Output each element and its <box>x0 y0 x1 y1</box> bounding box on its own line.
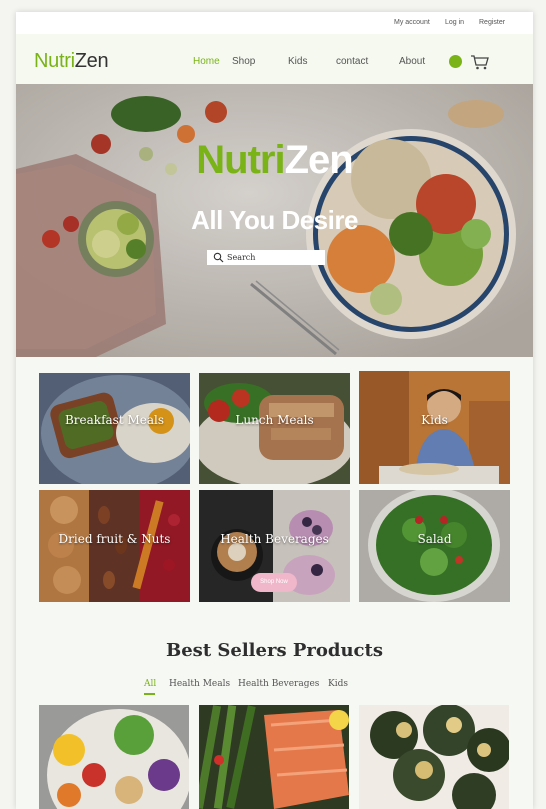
nav-about[interactable]: About <box>399 56 425 67</box>
filter-tab-kids[interactable]: Kids <box>328 679 348 689</box>
category-label: Lunch Meals <box>235 413 314 427</box>
main-navbar: NutriZen Home Shop Kids contact About <box>16 34 533 84</box>
hero-title-part1: Nutri <box>196 138 285 182</box>
category-tile-kids[interactable]: Kids <box>359 371 510 484</box>
lunch-image <box>199 373 350 484</box>
category-label: Breakfast Meals <box>64 413 164 427</box>
salad-image <box>359 490 510 602</box>
category-tile-dried-fruit[interactable]: Dried fruit & Nuts <box>39 490 190 602</box>
filter-tab-health-beverages[interactable]: Health Beverages <box>238 679 319 689</box>
shop-now-button[interactable]: Shop Now <box>251 573 297 592</box>
product-image <box>39 705 189 809</box>
hero-title: NutriZen <box>16 138 533 183</box>
breakfast-image <box>39 373 190 484</box>
category-label: Salad <box>417 532 452 546</box>
page: My account Log in Register NutriZen Home… <box>16 12 533 809</box>
active-filter-underline <box>144 693 155 695</box>
product-card[interactable] <box>199 705 349 809</box>
category-tile-breakfast[interactable]: Breakfast Meals <box>39 373 190 484</box>
category-label: Dried fruit & Nuts <box>58 532 171 546</box>
product-card[interactable] <box>39 705 189 809</box>
category-tile-beverages[interactable]: Health Beverages Shop Now <box>199 490 350 602</box>
nav-contact[interactable]: contact <box>336 56 368 67</box>
register-link[interactable]: Register <box>479 19 505 26</box>
search-icon <box>213 252 224 263</box>
filter-tab-all[interactable]: All <box>144 679 156 689</box>
category-tile-lunch[interactable]: Lunch Meals <box>199 373 350 484</box>
nav-kids[interactable]: Kids <box>288 56 307 67</box>
user-account-icon[interactable] <box>449 55 462 68</box>
cart-icon[interactable] <box>470 54 490 70</box>
filter-tab-health-meals[interactable]: Health Meals <box>169 679 230 689</box>
hero-title-part2: Zen <box>284 138 354 182</box>
product-card[interactable] <box>359 705 509 809</box>
category-label: Kids <box>421 413 448 427</box>
my-account-link[interactable]: My account <box>394 19 430 26</box>
best-sellers-title: Best Sellers Products <box>166 640 383 661</box>
product-image <box>359 705 509 809</box>
nav-shop[interactable]: Shop <box>232 56 255 67</box>
category-tile-salad[interactable]: Salad <box>359 490 510 602</box>
brand-logo-part2: Zen <box>74 50 109 72</box>
kids-image <box>359 371 510 484</box>
login-link[interactable]: Log in <box>445 19 464 26</box>
search-box <box>207 250 325 265</box>
nav-home[interactable]: Home <box>193 56 220 67</box>
brand-logo[interactable]: NutriZen <box>34 50 109 73</box>
search-input[interactable] <box>227 250 322 265</box>
product-image <box>199 705 349 809</box>
category-label: Health Beverages <box>220 532 329 546</box>
hero-subtitle: All You Desire <box>191 205 358 235</box>
top-utility-bar: My account Log in Register <box>16 12 533 34</box>
brand-logo-part1: Nutri <box>34 50 75 72</box>
dried-fruit-image <box>39 490 190 602</box>
hero-banner: NutriZen All You Desire <box>16 84 533 357</box>
